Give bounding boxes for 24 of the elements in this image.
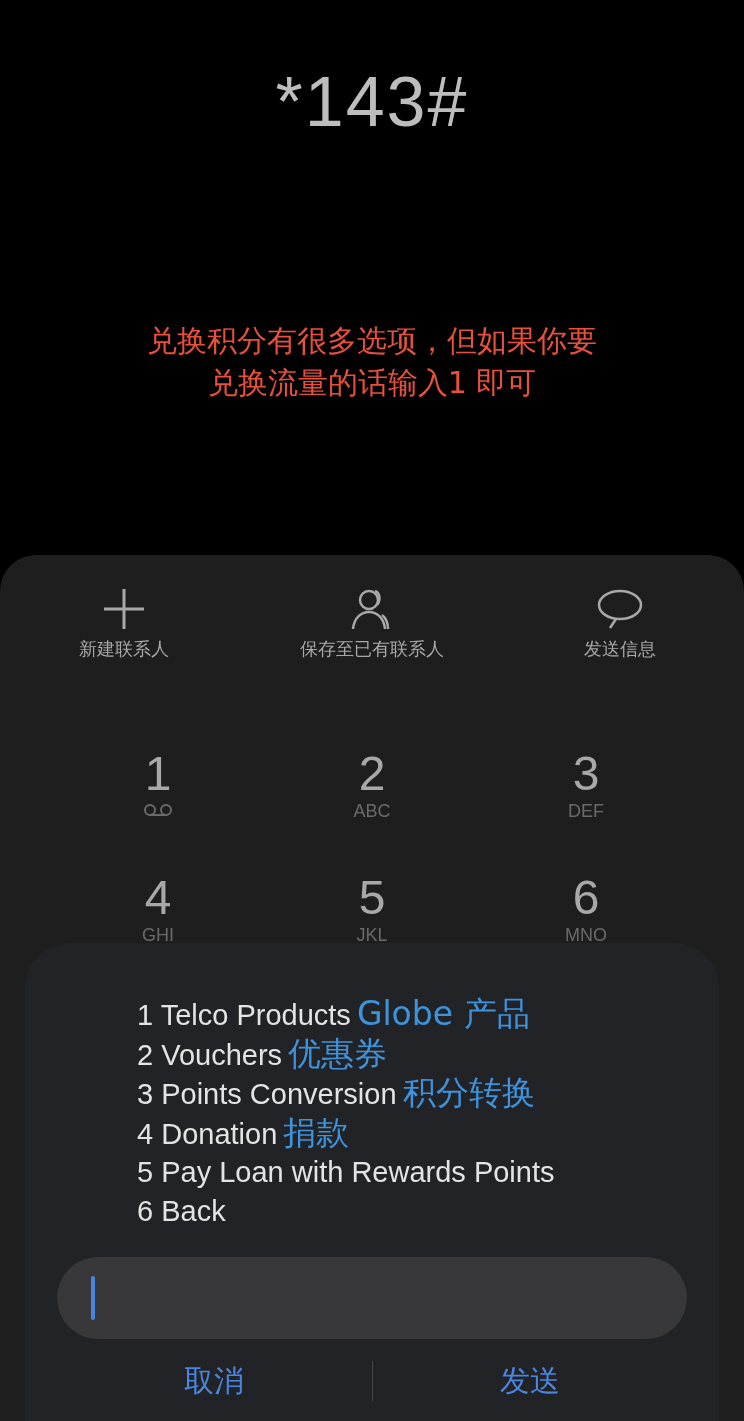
dial-key[interactable]: 2 ABC bbox=[265, 747, 479, 823]
voicemail-icon bbox=[143, 803, 173, 817]
dial-key[interactable]: 1 bbox=[51, 747, 265, 823]
dial-key[interactable]: 4 GHI bbox=[51, 871, 265, 947]
message-icon bbox=[596, 587, 644, 631]
action-button[interactable]: 发送信息 bbox=[496, 587, 744, 661]
plus-icon bbox=[102, 587, 146, 631]
dial-key[interactable]: 5 JKL bbox=[265, 871, 479, 947]
action-button[interactable]: 保存至已有联系人 bbox=[248, 587, 496, 661]
send-button[interactable]: 发送 bbox=[372, 1362, 687, 1399]
cancel-button[interactable]: 取消 bbox=[57, 1362, 372, 1399]
menu-option: 1 Telco Products Globe 产品 bbox=[137, 995, 687, 1035]
annotation-text: 兑换流量的话输入1 即可 bbox=[207, 364, 537, 402]
annotation-text: 兑换积分有很多选项，但如果你要 bbox=[147, 322, 597, 360]
menu-option: 5 Pay Loan with Rewards Points bbox=[137, 1153, 687, 1192]
text-cursor bbox=[91, 1275, 95, 1320]
menu-option: 4 Donation 捐款 bbox=[137, 1113, 687, 1154]
action-button[interactable]: 新建联系人 bbox=[0, 587, 248, 661]
dial-key[interactable]: 6 MNO bbox=[479, 871, 693, 947]
dialed-number: *143# bbox=[275, 62, 469, 142]
dial-key[interactable]: 3 DEF bbox=[479, 747, 693, 823]
menu-option: 6 Back bbox=[137, 1191, 687, 1231]
menu-option: 2 Vouchers 优惠券 bbox=[137, 1034, 687, 1075]
menu-option: 3 Points Conversion 积分转换 bbox=[137, 1074, 687, 1114]
